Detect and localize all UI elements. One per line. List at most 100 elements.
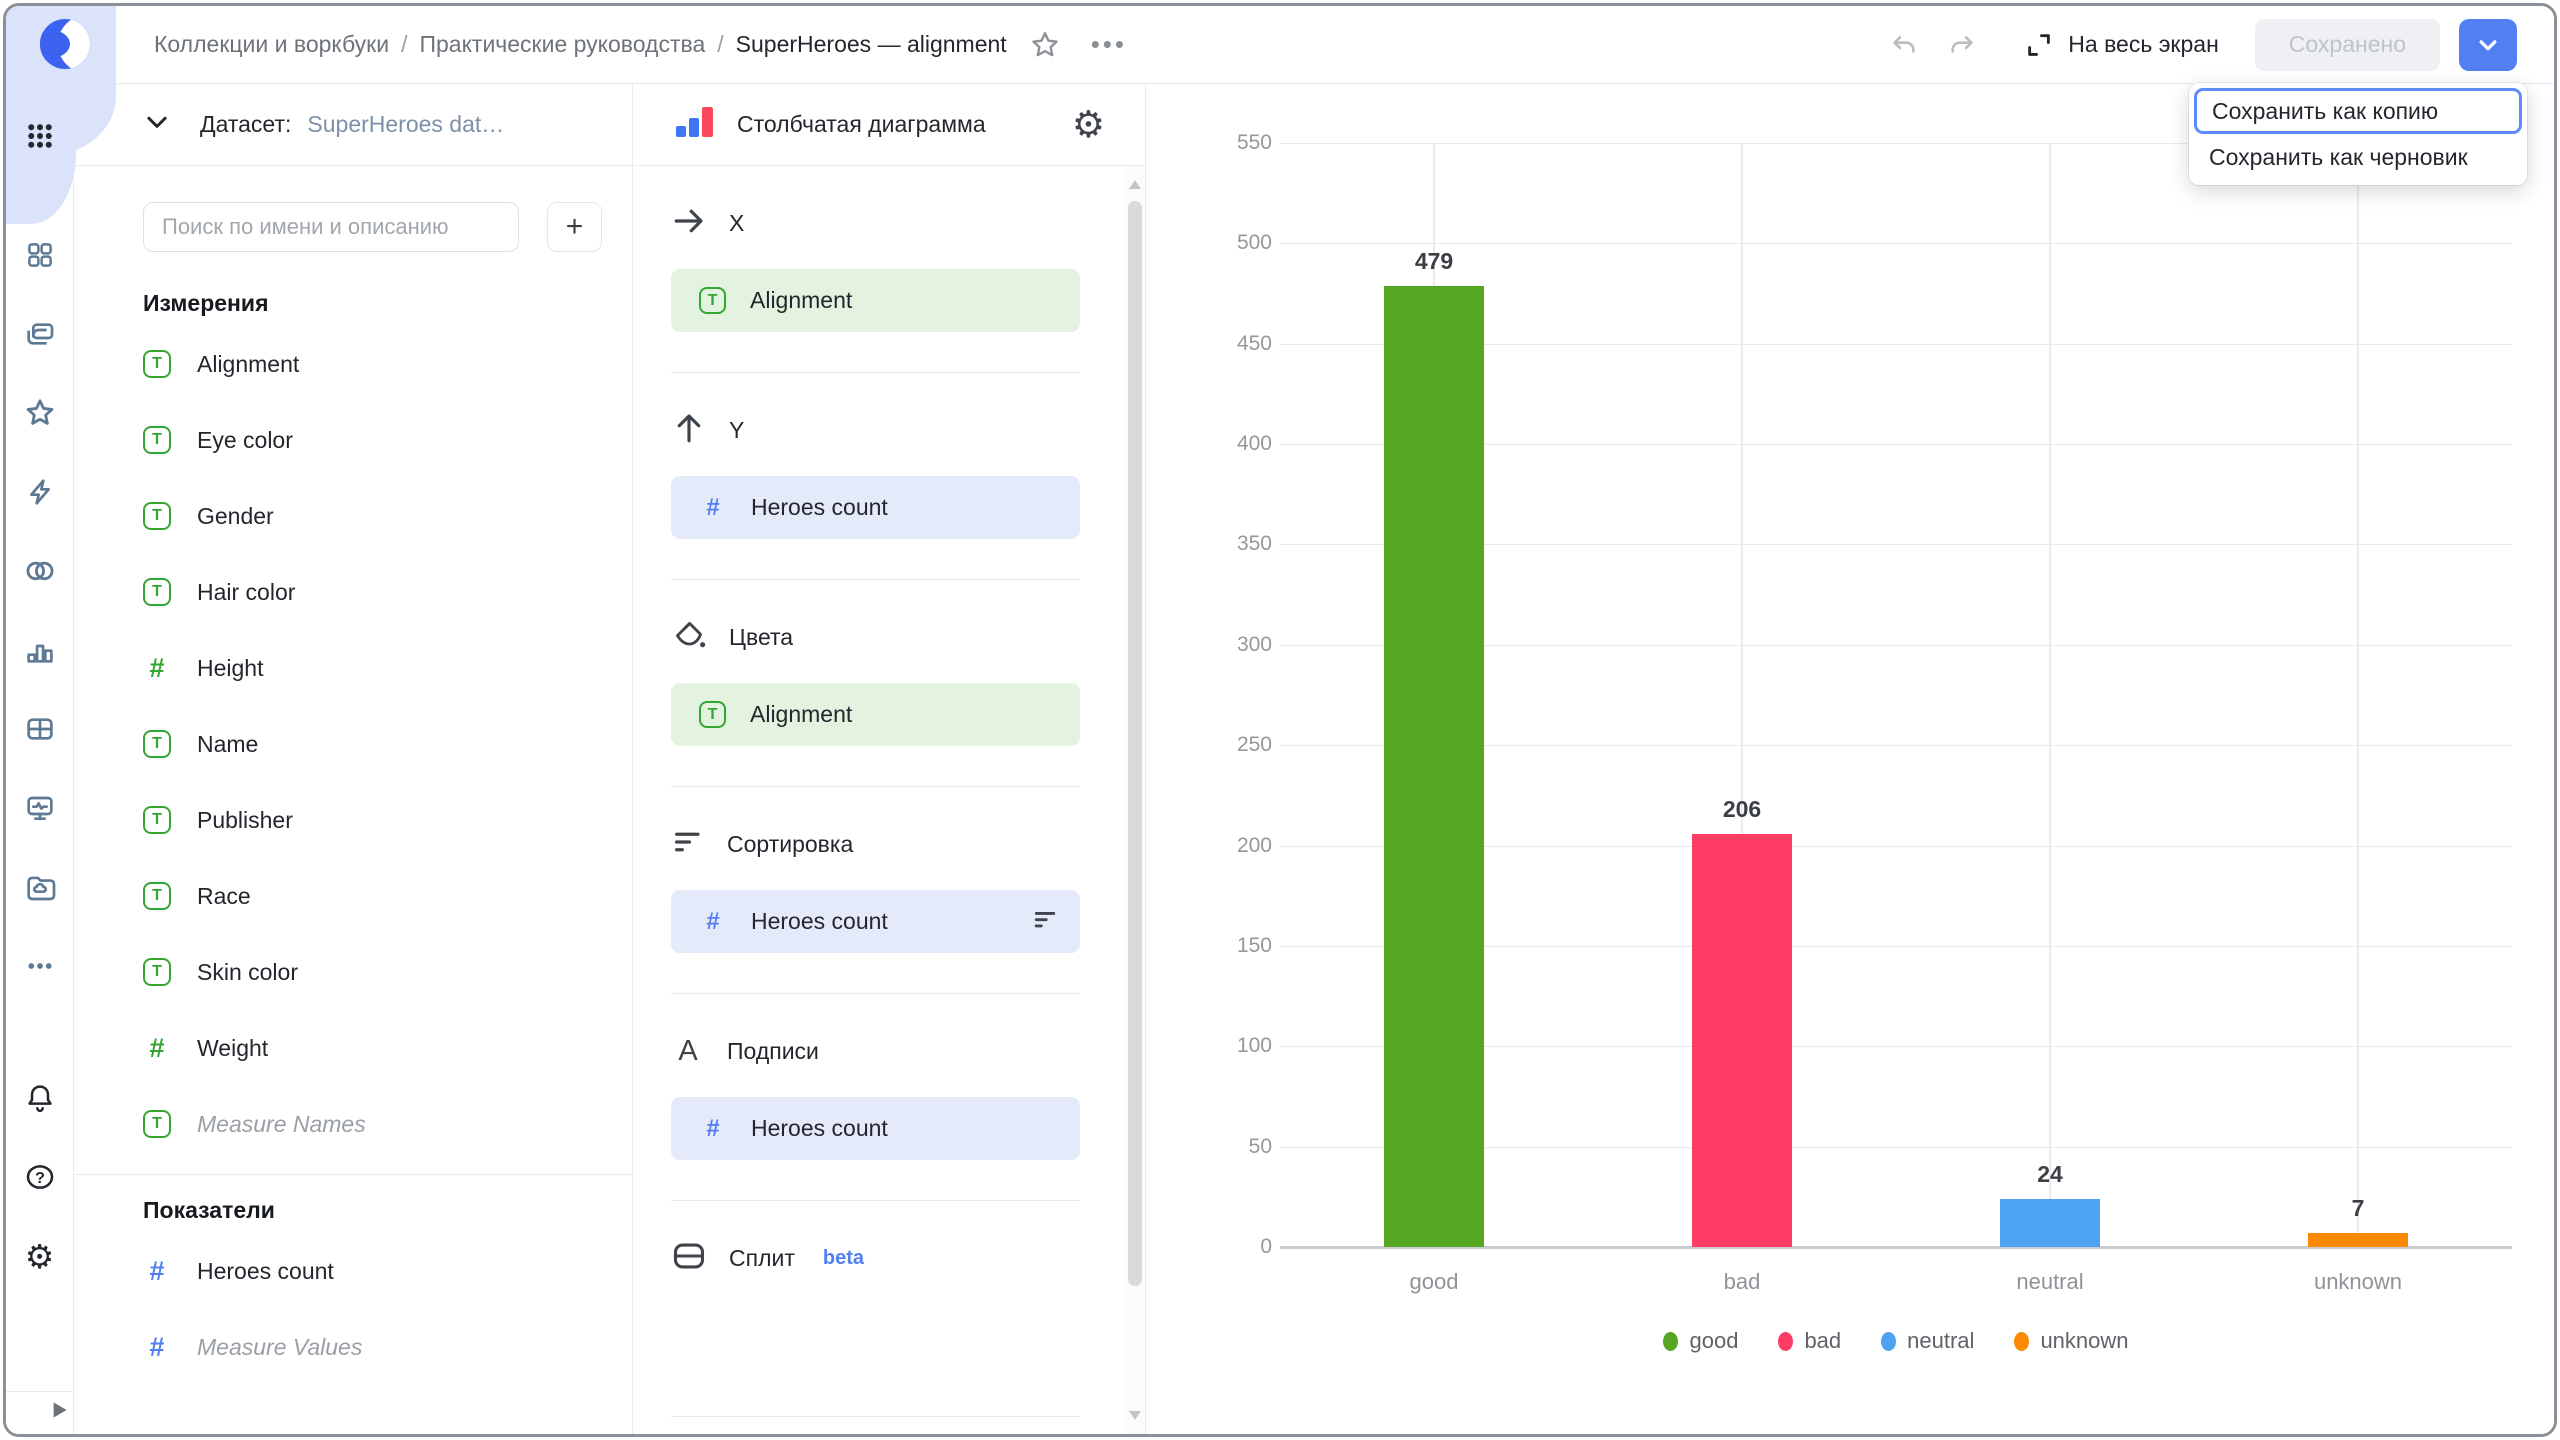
chart-type-label[interactable]: Столбчатая диаграмма: [737, 111, 1072, 138]
bar-bad[interactable]: [1692, 834, 1792, 1247]
dataset-field[interactable]: T Measure Names: [143, 1086, 602, 1162]
field-label: Measure Names: [197, 1111, 366, 1138]
x-axis-category-label: neutral: [1950, 1269, 2150, 1295]
y-axis-tick-label: 500: [1194, 231, 1272, 255]
dashboards-icon[interactable]: [18, 233, 62, 277]
undo-icon[interactable]: [1890, 31, 1918, 59]
y-axis-tick-label: 550: [1194, 131, 1272, 155]
legend-label: neutral: [1907, 1328, 1974, 1354]
beta-badge: beta: [823, 1247, 864, 1270]
text-field-icon: T: [143, 1110, 171, 1138]
dataset-field[interactable]: T Eye color: [143, 402, 602, 478]
dataset-field[interactable]: T Publisher: [143, 782, 602, 858]
dataset-field[interactable]: # Height: [143, 630, 602, 706]
sort-field-chip[interactable]: # Heroes count: [671, 890, 1080, 953]
bar-unknown[interactable]: [2308, 1233, 2408, 1247]
favorites-star-icon[interactable]: [18, 391, 62, 435]
scroll-down-arrow[interactable]: [1129, 1411, 1141, 1420]
bell-icon[interactable]: [18, 1076, 62, 1120]
rail-divider: [6, 1391, 73, 1392]
dataset-field[interactable]: T Skin color: [143, 934, 602, 1010]
collapse-arrow-icon[interactable]: [46, 1397, 72, 1428]
y-section-label: Y: [729, 417, 744, 444]
chart-settings-gear-icon[interactable]: ⚙: [1072, 106, 1105, 143]
settings-gear-icon[interactable]: ⚙: [18, 1234, 62, 1278]
section-y: Y # Heroes count: [634, 373, 1125, 580]
y-field-chip[interactable]: # Heroes count: [671, 476, 1080, 539]
apps-grid-icon[interactable]: [18, 114, 62, 158]
save-menu-item[interactable]: Сохранить как копию: [2194, 88, 2522, 134]
category-gridline: [2049, 143, 2051, 1247]
scroll-up-arrow[interactable]: [1129, 180, 1141, 189]
sort-descending-icon[interactable]: [1030, 904, 1060, 939]
dataset-field[interactable]: T Gender: [143, 478, 602, 554]
bar-chart-type-icon[interactable]: [671, 99, 717, 150]
config-scrollbar[interactable]: [1125, 166, 1145, 1434]
dataset-field[interactable]: # Weight: [143, 1010, 602, 1086]
labels-field-chip[interactable]: # Heroes count: [671, 1097, 1080, 1160]
dataset-header[interactable]: Датасет: SuperHeroes dat…: [74, 84, 632, 166]
breadcrumb-item[interactable]: Практические руководства: [419, 31, 705, 58]
legend-item-bad[interactable]: bad: [1778, 1328, 1841, 1354]
dataset-field[interactable]: # Heroes count: [143, 1233, 602, 1309]
legend-item-good[interactable]: good: [1663, 1328, 1738, 1354]
svg-text:?: ?: [35, 1170, 45, 1187]
chevron-down-icon: [2473, 30, 2503, 60]
gridline: [1280, 243, 2512, 244]
fullscreen-control[interactable]: На весь экран: [2024, 30, 2219, 60]
split-icon: [671, 1238, 707, 1279]
legend-item-unknown[interactable]: unknown: [2014, 1328, 2128, 1354]
datalens-logo[interactable]: [40, 19, 90, 69]
more-options-icon[interactable]: •••: [1091, 29, 1127, 60]
bar-good[interactable]: [1384, 286, 1484, 1247]
bar-value-label: 479: [1374, 248, 1494, 275]
save-menu-item[interactable]: Сохранить как черновик: [2194, 134, 2522, 180]
dataset-name-link[interactable]: SuperHeroes dat…: [307, 111, 504, 138]
app-window: Коллекции и воркбуки/Практические руково…: [3, 3, 2557, 1437]
more-ellipsis-icon[interactable]: [18, 944, 62, 988]
datasets-circles-icon[interactable]: [18, 549, 62, 593]
field-label: Hair color: [197, 579, 295, 606]
saved-button[interactable]: Сохранено: [2255, 19, 2440, 71]
monitoring-icon[interactable]: [18, 786, 62, 830]
text-field-icon: T: [143, 730, 171, 758]
text-field-icon: T: [143, 578, 171, 606]
breadcrumb-item[interactable]: Коллекции и воркбуки: [154, 31, 389, 58]
dataset-field[interactable]: T Race: [143, 858, 602, 934]
help-icon[interactable]: ?: [18, 1155, 62, 1199]
dataset-field[interactable]: T Alignment: [143, 326, 602, 402]
legend-item-neutral[interactable]: neutral: [1881, 1328, 1974, 1354]
connections-lightning-icon[interactable]: [18, 470, 62, 514]
save-menu-button[interactable]: [2459, 19, 2517, 71]
legend-dot: [1778, 1332, 1793, 1351]
dimensions-header: Измерения: [143, 290, 602, 317]
breadcrumb: Коллекции и воркбуки/Практические руково…: [154, 31, 1007, 58]
x-field-chip[interactable]: T Alignment: [671, 269, 1080, 332]
dataset-field[interactable]: T Name: [143, 706, 602, 782]
y-axis-tick-label: 250: [1194, 733, 1272, 757]
colors-field-chip[interactable]: T Alignment: [671, 683, 1080, 746]
labels-section-label: Подписи: [727, 1038, 819, 1065]
config-sections: X T Alignment Y # Heroes count: [634, 166, 1125, 1434]
breadcrumb-item[interactable]: SuperHeroes — alignment: [736, 31, 1007, 58]
collections-icon[interactable]: [18, 312, 62, 356]
cloud-folder-icon[interactable]: [18, 865, 62, 909]
arrow-right-icon: [671, 203, 707, 244]
split-section-label: Сплит: [729, 1245, 795, 1272]
bar-neutral[interactable]: [2000, 1199, 2100, 1247]
text-field-icon: T: [699, 287, 726, 314]
chevron-down-icon: [142, 107, 172, 142]
tables-icon[interactable]: [18, 707, 62, 751]
dataset-field[interactable]: # Measure Values: [143, 1309, 602, 1385]
field-search-input[interactable]: [143, 202, 519, 252]
legend-label: good: [1689, 1328, 1738, 1354]
scrollbar-thumb[interactable]: [1128, 201, 1142, 1286]
x-axis-category-label: good: [1334, 1269, 1534, 1295]
dataset-field[interactable]: T Hair color: [143, 554, 602, 630]
redo-icon[interactable]: [1948, 31, 1976, 59]
legend-dot: [2014, 1332, 2029, 1351]
measures-list: # Heroes count # Measure Values: [143, 1233, 602, 1385]
favorite-star-icon[interactable]: [1029, 29, 1061, 61]
charts-icon[interactable]: [18, 628, 62, 672]
add-field-button[interactable]: +: [547, 202, 602, 252]
